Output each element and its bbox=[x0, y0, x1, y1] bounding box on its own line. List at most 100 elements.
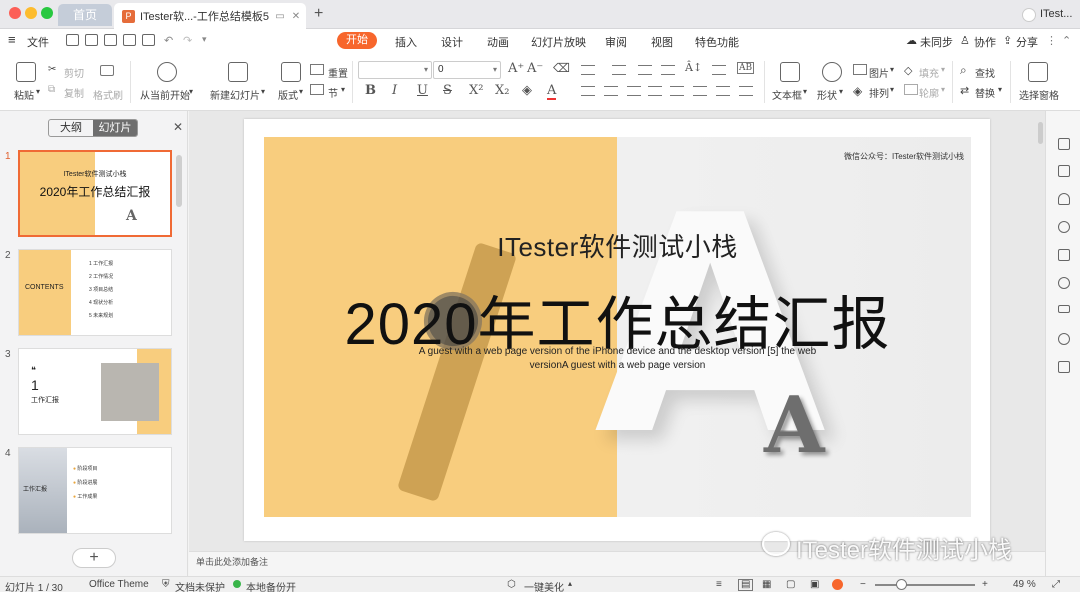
new-slide-chevron-icon[interactable]: ▾ bbox=[261, 87, 265, 96]
design-icon[interactable] bbox=[1058, 193, 1070, 205]
slide-thumbnail-2[interactable]: CONTENTS 1 工作汇报 2 工作情况 3 项目总结 4 现状分析 5 未… bbox=[18, 249, 172, 336]
preview-icon[interactable] bbox=[142, 34, 155, 46]
play-icon[interactable] bbox=[157, 62, 177, 82]
user-name[interactable]: ITest... bbox=[1040, 8, 1072, 20]
clipboard-icon[interactable] bbox=[16, 62, 36, 82]
numbered-list-icon[interactable] bbox=[612, 65, 626, 75]
undo-icon[interactable]: ↶ bbox=[164, 34, 173, 47]
normal-view-icon[interactable]: ▤ bbox=[738, 579, 754, 591]
text-direction-icon[interactable] bbox=[712, 65, 726, 75]
paste-chevron-icon[interactable]: ▾ bbox=[36, 87, 40, 96]
shape-chevron-icon[interactable]: ▾ bbox=[839, 87, 843, 96]
tab-start[interactable]: 开始 bbox=[337, 32, 377, 49]
panel-scrollbar[interactable] bbox=[176, 155, 182, 207]
select-pane-icon[interactable] bbox=[1028, 62, 1048, 82]
screen-icon[interactable]: ▭ bbox=[274, 11, 286, 22]
reset-icon[interactable] bbox=[310, 64, 324, 75]
textbox-chevron-icon[interactable]: ▾ bbox=[803, 87, 807, 96]
increase-indent-icon[interactable] bbox=[661, 65, 675, 75]
decrease-indent-icon[interactable] bbox=[638, 65, 652, 75]
slide-wechat-label[interactable]: 微信公众号：ITester软件测试小栈 bbox=[844, 151, 964, 162]
superscript-icon[interactable]: X² bbox=[469, 83, 483, 98]
align-center-icon[interactable] bbox=[604, 86, 618, 96]
play-from-current-button[interactable]: 从当前开始 bbox=[140, 87, 190, 102]
protect-status[interactable]: 文档未保护 bbox=[175, 579, 225, 592]
bold-icon[interactable]: B bbox=[365, 83, 376, 98]
fill-icon[interactable]: ◇ bbox=[904, 64, 912, 77]
minimize-window-button[interactable] bbox=[25, 7, 37, 19]
tab-insert[interactable]: 插入 bbox=[395, 34, 417, 50]
slide-subtitle[interactable]: ITester软件测试小栈 bbox=[264, 227, 971, 264]
brush-icon[interactable] bbox=[100, 65, 114, 76]
sync-status[interactable]: 未同步 bbox=[920, 34, 953, 50]
picture-icon[interactable] bbox=[853, 64, 867, 75]
columns-icon[interactable] bbox=[693, 86, 707, 96]
section-button[interactable]: 节 bbox=[328, 85, 338, 100]
layers-icon[interactable] bbox=[1058, 249, 1070, 261]
star-icon[interactable] bbox=[1058, 277, 1070, 289]
save-icon[interactable] bbox=[85, 34, 98, 46]
collapse-ribbon-icon[interactable]: ⌃ bbox=[1062, 34, 1071, 47]
new-slide-button[interactable]: 新建幻灯片 bbox=[210, 87, 260, 102]
underline-icon[interactable]: U bbox=[417, 83, 428, 98]
font-size-select[interactable]: 0 ▾ bbox=[433, 61, 501, 79]
copy-button[interactable]: 复制 bbox=[64, 85, 84, 100]
image-icon[interactable] bbox=[1058, 361, 1070, 373]
bullet-list-icon[interactable] bbox=[581, 65, 595, 75]
slide-description[interactable]: A guest with a web page version of the i… bbox=[399, 345, 836, 373]
print-icon[interactable] bbox=[123, 34, 136, 46]
play-slideshow-icon[interactable] bbox=[832, 579, 843, 590]
avatar[interactable] bbox=[1022, 8, 1036, 22]
replace-icon[interactable]: ⇄ bbox=[960, 84, 969, 97]
fill-chevron-icon[interactable]: ▾ bbox=[941, 65, 945, 74]
layout-button[interactable]: 版式 bbox=[278, 87, 298, 102]
animation-icon[interactable] bbox=[1058, 221, 1070, 233]
settings-sliders-icon[interactable] bbox=[1058, 305, 1070, 313]
subscript-icon[interactable]: X₂ bbox=[495, 83, 509, 98]
picture-button[interactable]: 图片 bbox=[869, 65, 889, 80]
shape-panel-icon[interactable] bbox=[1058, 165, 1070, 177]
notes-view-icon[interactable]: ≡ bbox=[716, 579, 722, 590]
beautify-chevron-icon[interactable]: ▴ bbox=[568, 579, 572, 588]
italic-icon[interactable]: I bbox=[392, 83, 397, 98]
section-chevron-icon[interactable]: ▾ bbox=[341, 85, 345, 94]
textbox-button[interactable]: 文本框 bbox=[772, 87, 802, 102]
maximize-window-button[interactable] bbox=[41, 7, 53, 19]
backup-status[interactable]: 本地备份开 bbox=[246, 579, 296, 592]
tab-design[interactable]: 设计 bbox=[441, 34, 463, 50]
find-button[interactable]: 查找 bbox=[975, 65, 995, 80]
presenter-view-icon[interactable]: ▣ bbox=[810, 579, 819, 590]
smartart-icon[interactable] bbox=[739, 86, 753, 96]
more-icon[interactable]: ⋮ bbox=[1046, 34, 1057, 47]
play-chevron-icon[interactable]: ▾ bbox=[189, 87, 193, 96]
layout-chevron-icon[interactable]: ▾ bbox=[299, 87, 303, 96]
fill-button[interactable]: 填充 bbox=[919, 65, 939, 80]
tab-view[interactable]: 视图 bbox=[651, 34, 673, 50]
layout-icon[interactable] bbox=[281, 62, 301, 82]
outline-chevron-icon[interactable]: ▾ bbox=[941, 85, 945, 94]
font-family-select[interactable]: ▾ bbox=[358, 61, 432, 79]
highlight-icon[interactable]: ◈ bbox=[522, 83, 532, 98]
canvas-scrollbar[interactable] bbox=[1038, 122, 1043, 144]
text-fit-icon[interactable]: AB bbox=[737, 62, 755, 74]
picture-chevron-icon[interactable]: ▾ bbox=[890, 65, 894, 74]
tab-features[interactable]: 特色功能 bbox=[695, 34, 739, 50]
zoom-out-icon[interactable]: − bbox=[860, 579, 866, 590]
line-spacing-icon[interactable]: Â↕ bbox=[685, 61, 702, 74]
hamburger-icon[interactable]: ≡ bbox=[8, 32, 16, 47]
tab-animation[interactable]: 动画 bbox=[487, 34, 509, 50]
property-icon[interactable] bbox=[1058, 138, 1070, 150]
textbox-icon[interactable] bbox=[780, 62, 800, 82]
tab-close-icon[interactable]: ✕ bbox=[290, 11, 302, 22]
history-icon[interactable] bbox=[1058, 333, 1070, 345]
align-left-icon[interactable] bbox=[581, 86, 595, 96]
increase-font-icon[interactable]: A⁺ bbox=[508, 61, 524, 76]
share-icon[interactable]: ⇪ bbox=[1003, 34, 1012, 47]
justify-icon[interactable] bbox=[648, 86, 662, 96]
shape-icon[interactable] bbox=[822, 62, 842, 82]
add-slide-button[interactable]: + bbox=[72, 548, 116, 568]
cloud-sync-icon[interactable]: ☁ bbox=[906, 34, 917, 47]
collab-button[interactable]: 协作 bbox=[974, 34, 996, 50]
theme-name[interactable]: Office Theme bbox=[89, 579, 149, 590]
current-slide[interactable]: A A 微信公众号：ITester软件测试小栈 ITester软件测试小栈 20… bbox=[244, 119, 990, 541]
